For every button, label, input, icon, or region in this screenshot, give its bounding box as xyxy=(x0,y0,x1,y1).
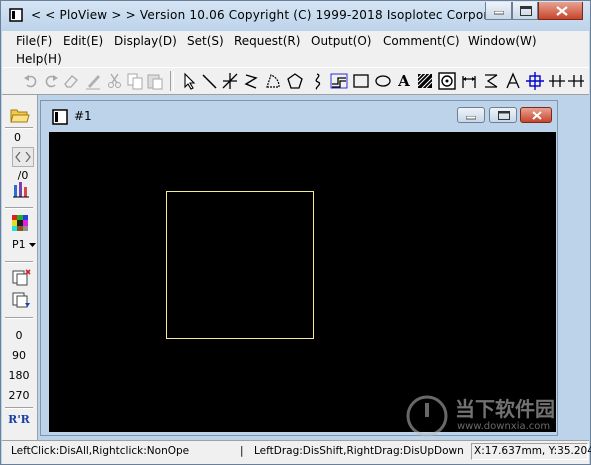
cursor-coordinates: X:17.637mm, Y:35.204 xyxy=(474,445,591,457)
arc-icon[interactable] xyxy=(264,72,282,90)
title-bar[interactable]: < < PloView > > Version 10.06 Copyright … xyxy=(1,1,590,31)
child-close-button[interactable] xyxy=(520,107,552,123)
polygon-icon[interactable] xyxy=(286,72,304,90)
maximize-icon xyxy=(520,6,532,16)
chevron-left-icon[interactable] xyxy=(15,152,21,162)
value-top: 0 xyxy=(14,131,21,144)
polyline-icon[interactable] xyxy=(242,72,260,90)
minimize-icon xyxy=(494,11,504,15)
undo-icon[interactable] xyxy=(22,72,40,90)
menu-set[interactable]: Set(S) xyxy=(187,34,224,48)
arrow-text-icon[interactable] xyxy=(504,72,522,90)
left-separator xyxy=(5,207,33,209)
rotate-270[interactable]: 270 xyxy=(2,389,36,402)
status-divider: | xyxy=(240,445,244,457)
left-separator xyxy=(5,127,33,129)
rotate-180[interactable]: 180 xyxy=(2,369,36,382)
watermark-url: www.downxia.com xyxy=(457,421,551,432)
redo-icon[interactable] xyxy=(42,72,60,90)
left-separator xyxy=(5,317,33,319)
open-folder-icon[interactable] xyxy=(10,107,30,123)
ellipse-icon[interactable] xyxy=(374,72,392,90)
line-icon[interactable] xyxy=(200,72,218,90)
page-select[interactable]: P1 xyxy=(12,238,37,251)
drawing-canvas[interactable] xyxy=(49,132,556,432)
minimize-icon xyxy=(466,116,476,120)
status-coords-panel: X:17.637mm, Y:35.204 xyxy=(471,443,591,460)
child-window-icon[interactable] xyxy=(52,109,68,125)
cross-line-icon[interactable] xyxy=(221,72,239,90)
toolbar-separator xyxy=(170,71,174,91)
pen-icon[interactable] xyxy=(84,72,102,90)
drawn-rectangle[interactable] xyxy=(166,191,314,339)
left-toolbar: 0 /0 P1 0 90 180 270 R'R xyxy=(2,95,38,440)
rotate-0[interactable]: 0 xyxy=(2,329,36,342)
curve-icon[interactable] xyxy=(308,72,326,90)
mirror-button[interactable]: R'R xyxy=(2,413,36,426)
maximize-button[interactable] xyxy=(512,2,538,20)
child-minimize-button[interactable] xyxy=(457,107,485,123)
close-icon xyxy=(532,111,542,120)
drawing-window: #1 xyxy=(40,100,558,436)
paste-layer-icon[interactable] xyxy=(12,291,32,309)
menu-comment[interactable]: Comment(C) xyxy=(383,34,460,48)
menu-window[interactable]: Window(W) xyxy=(468,34,537,48)
toolbar: A xyxy=(2,67,589,95)
target-icon[interactable] xyxy=(438,72,456,90)
watermark-logo-icon xyxy=(406,395,448,437)
status-hint-left: LeftClick:DisAll,Rightclick:NonOpe xyxy=(11,445,190,457)
rotate-90[interactable]: 90 xyxy=(2,349,36,362)
chevron-down-icon xyxy=(29,242,37,247)
left-separator xyxy=(5,407,33,409)
menu-file[interactable]: File(F) xyxy=(16,34,52,48)
restore-icon xyxy=(498,111,510,120)
chevron-right-icon[interactable] xyxy=(25,152,31,162)
watermark: 当下软件园 www.downxia.com xyxy=(405,393,573,439)
menu-request[interactable]: Request(R) xyxy=(234,34,300,48)
cut-icon[interactable] xyxy=(106,72,124,90)
spinner-control[interactable] xyxy=(12,147,34,167)
text-icon[interactable]: A xyxy=(395,72,413,90)
menu-edit[interactable]: Edit(E) xyxy=(63,34,103,48)
copy-layer-icon[interactable] xyxy=(12,269,32,287)
close-button[interactable] xyxy=(538,2,583,20)
app-icon[interactable] xyxy=(9,8,23,22)
child-window-title: #1 xyxy=(74,109,92,123)
left-separator xyxy=(5,261,33,263)
step-icon[interactable] xyxy=(330,72,348,90)
mdi-workspace: #1 xyxy=(38,95,590,440)
menu-display[interactable]: Display(D) xyxy=(114,34,177,48)
status-hint-right: LeftDrag:DisShift,RightDrag:DisUpDown xyxy=(254,445,464,457)
window-title: < < PloView > > Version 10.06 Copyright … xyxy=(31,8,520,22)
select-arrow-icon[interactable] xyxy=(180,72,198,90)
child-maximize-button[interactable] xyxy=(489,107,517,123)
measure-icon[interactable] xyxy=(548,72,566,90)
copy-icon[interactable] xyxy=(126,72,144,90)
paste-icon[interactable] xyxy=(146,72,164,90)
measure-extra-icon[interactable] xyxy=(568,72,584,90)
angle-icon[interactable] xyxy=(482,72,500,90)
close-icon xyxy=(556,6,568,16)
eraser-icon[interactable] xyxy=(62,72,80,90)
dimension-icon[interactable] xyxy=(460,72,478,90)
layers-icon[interactable] xyxy=(12,181,30,199)
menu-output[interactable]: Output(O) xyxy=(311,34,372,48)
status-bar: LeftClick:DisAll,Rightclick:NonOpe | Lef… xyxy=(2,440,591,464)
menu-help[interactable]: Help(H) xyxy=(16,52,62,66)
watermark-text: 当下软件园 xyxy=(455,397,555,421)
rectangle-icon[interactable] xyxy=(352,72,370,90)
crosshair-icon[interactable] xyxy=(526,72,544,90)
color-palette-icon[interactable] xyxy=(12,215,28,231)
page-select-value: P1 xyxy=(12,238,26,251)
minimize-button[interactable] xyxy=(485,2,512,20)
app-window: < < PloView > > Version 10.06 Copyright … xyxy=(0,0,591,465)
hatch-icon[interactable] xyxy=(416,72,434,90)
menu-bar: File(F) Edit(E) Display(D) Set(S) Reques… xyxy=(2,31,589,67)
